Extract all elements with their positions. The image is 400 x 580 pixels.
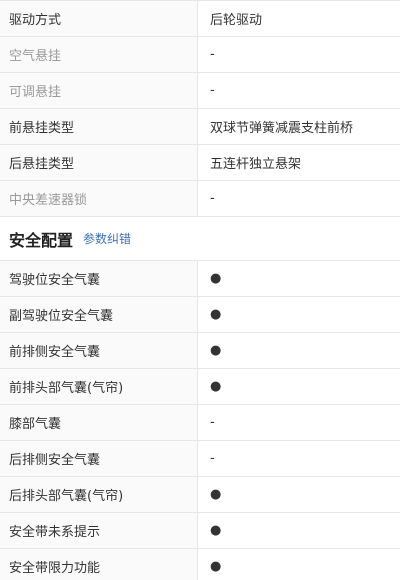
correction-link[interactable]: 参数纠错 [83,230,131,247]
row-value: - [210,83,215,98]
row-value: ● [210,523,222,538]
row-label: 膝部气囊 [0,405,198,440]
row-label: 前排侧安全气囊 [0,333,198,368]
table-row: 安全带未系提示 ● [0,513,400,549]
row-label: 安全带未系提示 [0,513,198,548]
table-row: 前悬挂类型 双球节弹簧减震支柱前桥 [0,109,400,145]
table-row: 安全带限力功能 ● [0,549,400,580]
spec-page: 驱动方式 后轮驱动 空气悬挂 - 可调悬挂 - 前悬挂类型 双球节弹簧减震支柱前… [0,0,400,580]
row-label: 安全带限力功能 [0,549,198,580]
row-label: 后排侧安全气囊 [0,441,198,476]
table-row: 膝部气囊 - [0,405,400,441]
table-row: 后排侧安全气囊 - [0,441,400,477]
row-label: 前悬挂类型 [0,109,198,144]
row-value: ● [210,487,222,502]
safety-table: 驾驶位安全气囊 ● 副驾驶位安全气囊 ● 前排侧安全气囊 ● 前排头部气囊(气帘… [0,261,400,580]
row-value: - [210,191,215,206]
section-header: 安全配置 参数纠错 [0,217,400,261]
row-value: 五连杆独立悬架 [210,157,302,172]
row-value: ● [210,271,222,286]
row-value: 双球节弹簧减震支柱前桥 [210,121,354,136]
section-title: 安全配置 [9,230,74,250]
suspension-table: 驱动方式 后轮驱动 空气悬挂 - 可调悬挂 - 前悬挂类型 双球节弹簧减震支柱前… [0,0,400,217]
table-row: 驱动方式 后轮驱动 [0,1,400,37]
row-value: ● [210,307,222,322]
row-value: - [210,451,215,466]
row-label: 可调悬挂 [0,73,198,108]
table-row: 前排头部气囊(气帘) ● [0,369,400,405]
row-value: - [210,415,215,430]
row-label: 副驾驶位安全气囊 [0,297,198,332]
table-row: 可调悬挂 - [0,73,400,109]
table-row: 空气悬挂 - [0,37,400,73]
row-value: ● [210,343,222,358]
row-label: 前排头部气囊(气帘) [0,369,198,404]
table-row: 中央差速器锁 - [0,181,400,217]
row-label: 后排头部气囊(气帘) [0,477,198,512]
row-label: 后悬挂类型 [0,145,198,180]
row-label: 驾驶位安全气囊 [0,261,198,296]
row-label: 中央差速器锁 [0,181,198,216]
row-value: ● [210,379,222,394]
table-row: 驾驶位安全气囊 ● [0,261,400,297]
row-label: 驱动方式 [0,1,198,36]
row-value: - [210,47,215,62]
table-row: 副驾驶位安全气囊 ● [0,297,400,333]
table-row: 前排侧安全气囊 ● [0,333,400,369]
row-value: ● [210,559,222,574]
row-label: 空气悬挂 [0,37,198,72]
table-row: 后悬挂类型 五连杆独立悬架 [0,145,400,181]
table-row: 后排头部气囊(气帘) ● [0,477,400,513]
row-value: 后轮驱动 [210,13,263,28]
